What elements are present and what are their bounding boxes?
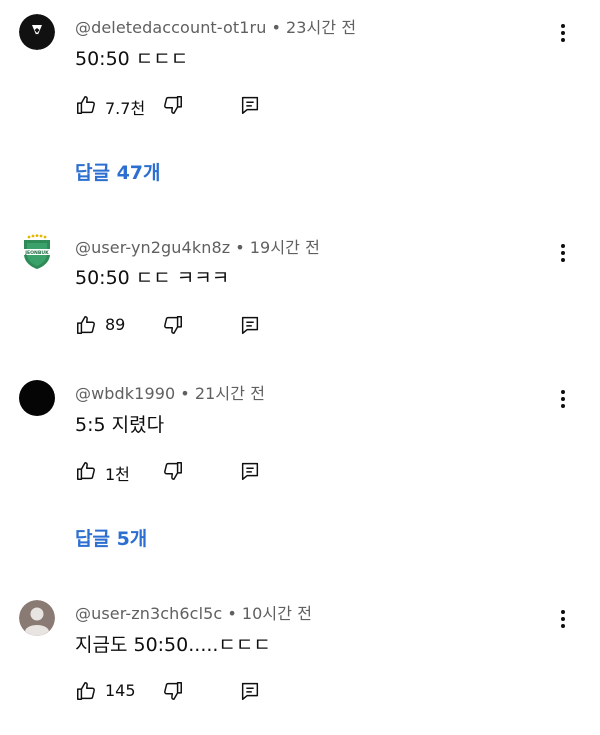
reply-icon[interactable] xyxy=(239,460,261,482)
comment-time[interactable]: 21시간 전 xyxy=(195,384,265,403)
tuxedo-avatar-icon[interactable] xyxy=(19,14,55,50)
jeonbuk-emblem-text: JEONBUK xyxy=(24,250,49,256)
thumbs-up-icon[interactable] xyxy=(75,680,97,702)
comment-text: 50:50 ㄷㄷ ㅋㅋㅋ xyxy=(75,267,230,289)
like-count: 89 xyxy=(105,315,126,334)
more-actions-icon[interactable] xyxy=(552,20,574,46)
like-count: 1천 xyxy=(105,465,130,484)
comment-text: 50:50 ㄷㄷㄷ xyxy=(75,48,189,70)
thumbs-up-icon[interactable] xyxy=(75,460,97,482)
comment-author[interactable]: @user-yn2gu4kn8z xyxy=(75,238,230,257)
comment-author[interactable]: @wbdk1990 xyxy=(75,384,175,403)
view-replies-button[interactable]: 답글 47개 xyxy=(75,158,161,185)
jeonbuk-emblem-icon[interactable]: JEONBUK xyxy=(19,234,55,270)
thumbs-down-icon[interactable] xyxy=(162,314,184,336)
comment-time[interactable]: 23시간 전 xyxy=(286,18,356,37)
default-person-avatar-icon[interactable] xyxy=(19,600,55,636)
thumbs-down-icon[interactable] xyxy=(162,460,184,482)
comment-text: 5:5 지렸다 xyxy=(75,414,165,436)
comment-actions: 7.7천 xyxy=(75,94,275,118)
reply-icon[interactable] xyxy=(239,680,261,702)
meta-separator: • xyxy=(180,384,190,403)
thumbs-down-icon[interactable] xyxy=(162,680,184,702)
thumbs-up-icon[interactable] xyxy=(75,314,97,336)
comment-meta: @wbdk1990 • 21시간 전 xyxy=(75,380,265,404)
comment-text: 지금도 50:50.....ㄷㄷㄷ xyxy=(75,634,271,656)
meta-separator: • xyxy=(271,18,281,37)
meta-separator: • xyxy=(235,238,245,257)
more-actions-icon[interactable] xyxy=(552,606,574,632)
reply-icon[interactable] xyxy=(239,314,261,336)
like-count: 145 xyxy=(105,681,136,700)
comment-actions: 145 xyxy=(75,680,275,704)
like-count: 7.7천 xyxy=(105,99,146,118)
comment-meta: @user-zn3ch6cl5c • 10시간 전 xyxy=(75,600,312,624)
comment-meta: @deletedaccount-ot1ru • 23시간 전 xyxy=(75,14,356,38)
thumbs-up-icon[interactable] xyxy=(75,94,97,116)
comment-time[interactable]: 10시간 전 xyxy=(242,604,312,623)
more-actions-icon[interactable] xyxy=(552,240,574,266)
view-replies-button[interactable]: 답글 5개 xyxy=(75,524,147,551)
comment-author[interactable]: @deletedaccount-ot1ru xyxy=(75,18,266,37)
comment-actions: 89 xyxy=(75,314,275,338)
comment-meta: @user-yn2gu4kn8z • 19시간 전 xyxy=(75,234,320,258)
comment-actions: 1천 xyxy=(75,460,275,484)
thumbs-down-icon[interactable] xyxy=(162,94,184,116)
comment-time[interactable]: 19시간 전 xyxy=(250,238,320,257)
meta-separator: • xyxy=(227,604,237,623)
black-circle-avatar-icon[interactable] xyxy=(19,380,55,416)
comment-author[interactable]: @user-zn3ch6cl5c xyxy=(75,604,222,623)
more-actions-icon[interactable] xyxy=(552,386,574,412)
reply-icon[interactable] xyxy=(239,94,261,116)
